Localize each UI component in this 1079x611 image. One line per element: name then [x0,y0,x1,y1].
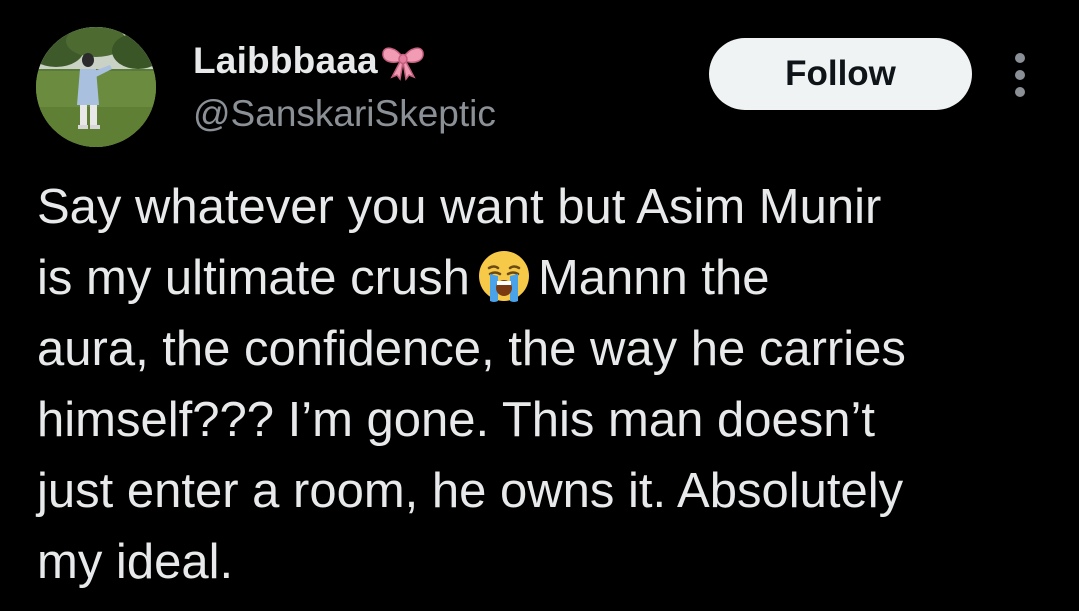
tweet-text-line: just enter a room, he owns it. Absolutel… [37,464,904,518]
follow-button[interactable]: Follow [709,38,972,110]
author-display-name[interactable]: Laibbbaaa [193,38,378,84]
author-handle[interactable]: @SanskariSkeptic [193,92,496,136]
tweet-text-line: my ideal. [37,535,234,589]
more-options-icon[interactable] [1006,53,1034,97]
tweet-text-segment: Mannn the [537,251,770,305]
tweet-body: Say whatever you want but Asim Munir is … [37,172,1047,598]
loudly-crying-face-icon [476,248,532,304]
tweet-text-line: aura, the confidence, the way he carries [37,322,906,376]
more-options-dot [1015,70,1025,80]
author-name-row[interactable]: Laibbbaaa [193,38,426,84]
avatar-photo [36,27,156,147]
tweet-text-line: is my ultimate crush Mannn the [37,243,1047,314]
ribbon-icon [380,41,426,81]
avatar[interactable] [36,27,156,147]
tweet-text-line: himself??? I’m gone. This man doesn’t [37,393,875,447]
more-options-dot [1015,53,1025,63]
tweet-text-line: Say whatever you want but Asim Munir [37,180,882,234]
more-options-dot [1015,87,1025,97]
tweet-text-segment: is my ultimate crush [37,251,470,305]
tweet-card: Laibbbaaa @SanskariSkeptic Follow Say wh… [0,0,1079,611]
